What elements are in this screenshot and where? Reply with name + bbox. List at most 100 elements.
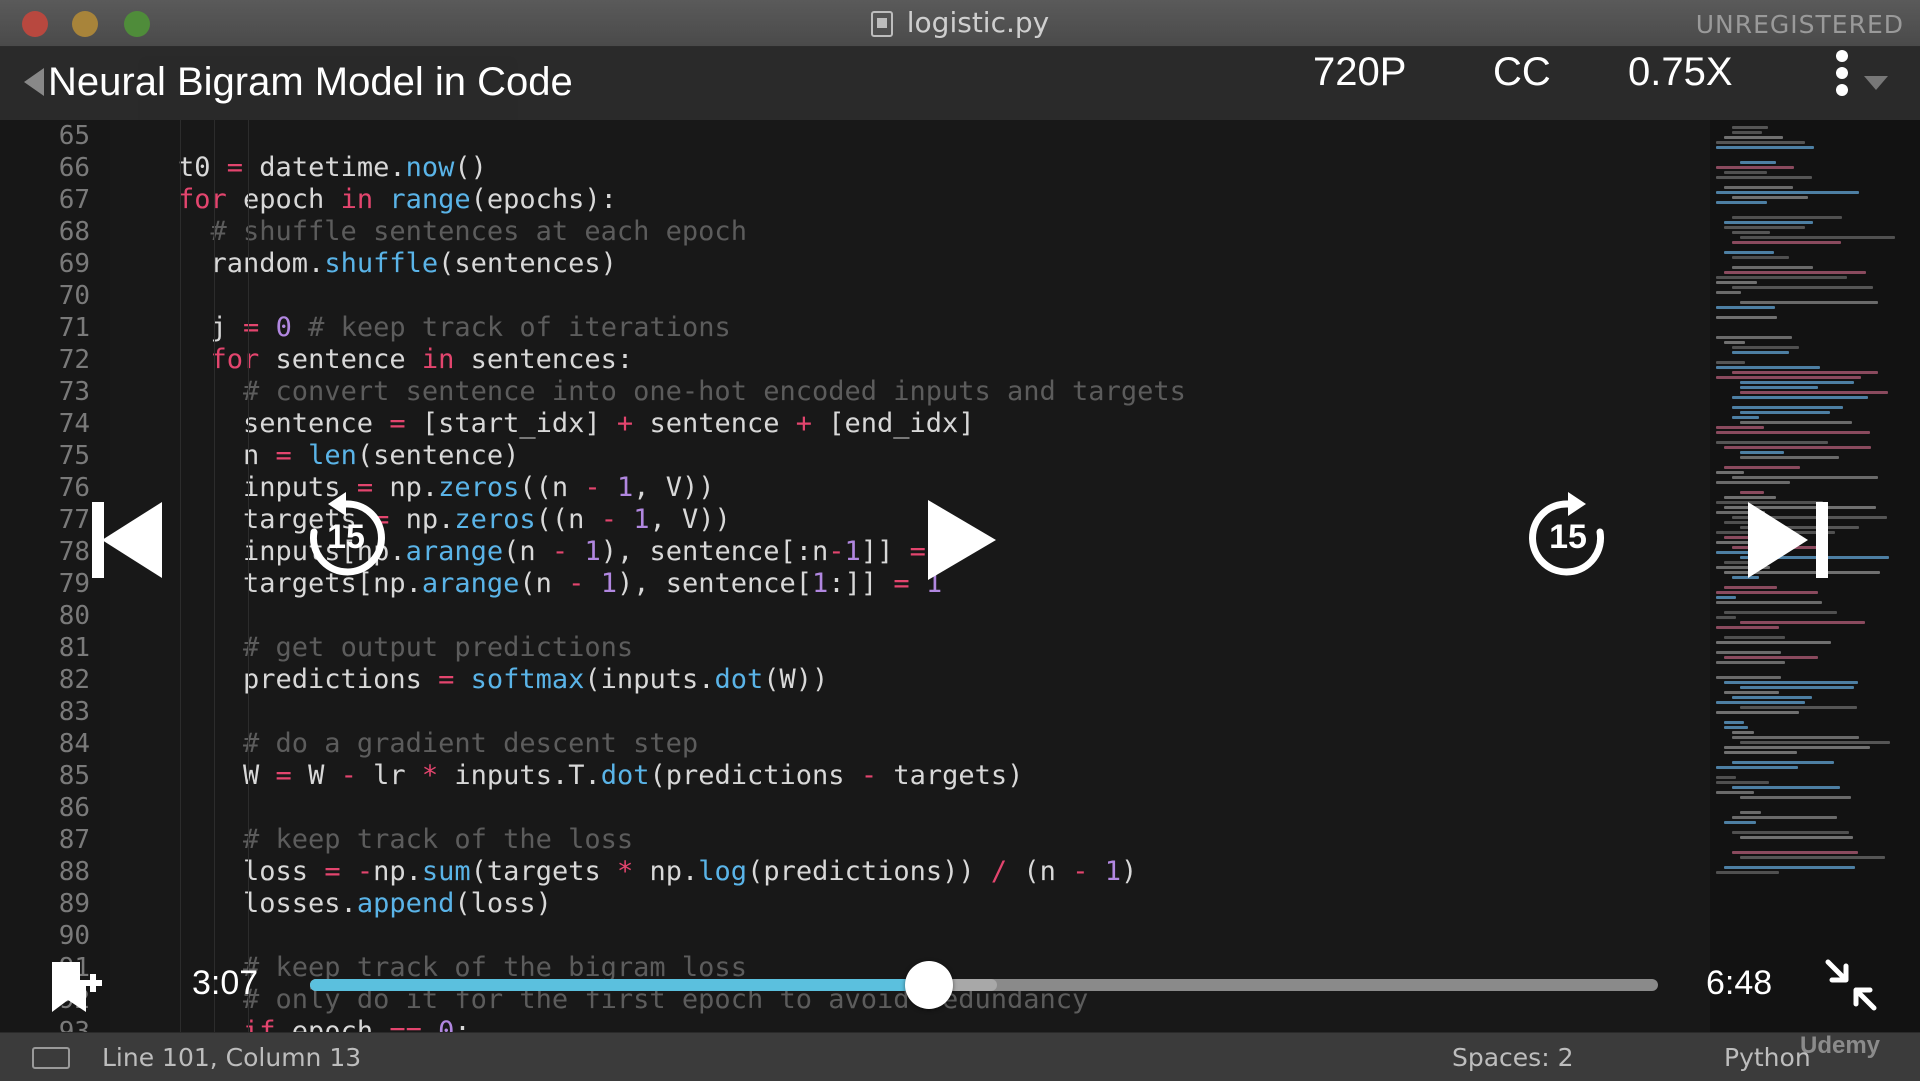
code-line[interactable]: 78 inputs[np.arange(n - 1), sentence[:n-… [0, 536, 1700, 568]
minimap-line [1724, 221, 1813, 224]
minimap-line [1732, 396, 1868, 399]
minimap-line [1724, 751, 1797, 754]
code-line[interactable]: 83 [0, 696, 1700, 728]
minimap-line [1732, 731, 1754, 734]
code-line[interactable]: 80 [0, 600, 1700, 632]
previous-lecture-button[interactable] [92, 502, 172, 578]
code-line[interactable]: 68 # shuffle sentences at each epoch [0, 216, 1700, 248]
code-text: # do a gradient descent step [243, 728, 699, 759]
minimap-line [1740, 741, 1890, 744]
minimap-line [1724, 821, 1756, 824]
line-number: 71 [58, 313, 90, 343]
minimap-line [1716, 316, 1777, 319]
back-arrow-icon[interactable] [24, 68, 44, 96]
minimap-line [1716, 596, 1736, 599]
exit-fullscreen-icon[interactable] [1824, 958, 1878, 1012]
next-lecture-button[interactable] [1748, 502, 1828, 578]
code-line[interactable]: 82 predictions = softmax(inputs.dot(W)) [0, 664, 1700, 696]
minimap-line [1716, 776, 1736, 779]
seek-handle[interactable] [904, 961, 953, 1009]
minimap-line [1724, 226, 1805, 229]
minimap-line [1732, 816, 1837, 819]
minimap-line [1716, 191, 1859, 194]
window-title: logistic.py [0, 6, 1920, 39]
line-number: 73 [58, 377, 90, 407]
minimap-line [1716, 366, 1820, 369]
code-text: for epoch in range(epochs): [178, 184, 617, 215]
indent-guide [180, 120, 181, 1032]
minimap-line [1724, 171, 1767, 174]
minimap-line [1732, 216, 1842, 219]
quality-button[interactable]: 720P [1313, 50, 1406, 95]
minimap-line [1724, 466, 1800, 469]
code-line[interactable]: 71 j = 0 # keep track of iterations [0, 312, 1700, 344]
code-line[interactable]: 87 # keep track of the loss [0, 824, 1700, 856]
minimap-line [1732, 126, 1768, 129]
minimap-line [1716, 871, 1779, 874]
line-number: 74 [58, 409, 90, 439]
window-titlebar: logistic.py UNREGISTERED [0, 0, 1920, 47]
minimap-line [1740, 421, 1852, 424]
code-text: n = len(sentence) [178, 440, 520, 471]
minimap-line [1732, 351, 1789, 354]
add-bookmark-icon[interactable] [50, 960, 104, 1014]
code-line[interactable]: 86 [0, 792, 1700, 824]
code-line[interactable]: 69 random.shuffle(sentences) [0, 248, 1700, 280]
more-options-icon[interactable] [1836, 50, 1850, 98]
code-line[interactable]: 65 [0, 120, 1700, 152]
minimap-line [1724, 586, 1777, 589]
minimap-line [1732, 346, 1799, 349]
rewind-15-button[interactable]: 15 [300, 492, 392, 584]
speed-button[interactable]: 0.75X [1628, 50, 1733, 95]
code-line[interactable]: 89 losses.append(loss) [0, 888, 1700, 920]
minimap-line [1740, 456, 1839, 459]
panel-toggle-icon[interactable] [32, 1047, 70, 1069]
minimap-line [1724, 681, 1858, 684]
minimap-line [1732, 831, 1849, 834]
code-line[interactable]: 66 t0 = datetime.now() [0, 152, 1700, 184]
minimap-line [1716, 146, 1814, 149]
minimap-line [1732, 256, 1789, 259]
minimap-line [1732, 696, 1812, 699]
minimap-line [1716, 481, 1790, 484]
syntax-language[interactable]: Python [1724, 1043, 1811, 1072]
play-button[interactable] [928, 500, 996, 580]
captions-button[interactable]: CC [1493, 50, 1551, 95]
code-line[interactable]: 75 n = len(sentence) [0, 440, 1700, 472]
forward-15-button[interactable]: 15 [1522, 492, 1614, 584]
code-text: t0 = datetime.now() [178, 152, 487, 183]
minimap-line [1724, 251, 1774, 254]
forward-seconds: 15 [1549, 518, 1587, 556]
code-line[interactable]: 85 W = W - lr * inputs.T.dot(predictions… [0, 760, 1700, 792]
code-line[interactable]: 67 for epoch in range(epochs): [0, 184, 1700, 216]
minimap-line [1716, 781, 1769, 784]
video-title: Neural Bigram Model in Code [48, 60, 573, 104]
indentation-setting[interactable]: Spaces: 2 [1452, 1043, 1573, 1072]
code-line[interactable]: 81 # get output predictions [0, 632, 1700, 664]
code-line[interactable]: 84 # do a gradient descent step [0, 728, 1700, 760]
code-line[interactable]: 90 [0, 920, 1700, 952]
code-line[interactable]: 88 loss = -np.sum(targets * np.log(predi… [0, 856, 1700, 888]
code-text: sentence = [start_idx] + sentence + [end… [178, 408, 975, 439]
code-line[interactable]: 77 targets = np.zeros((n - 1, V)) [0, 504, 1700, 536]
code-line[interactable]: 72 for sentence in sentences: [0, 344, 1700, 376]
minimap-line [1740, 386, 1818, 389]
line-number: 66 [58, 153, 90, 183]
code-line[interactable]: 76 inputs = np.zeros((n - 1, V)) [0, 472, 1700, 504]
minimap-line [1716, 591, 1818, 594]
code-line[interactable]: 73 # convert sentence into one-hot encod… [0, 376, 1700, 408]
code-line[interactable]: 79 targets[np.arange(n - 1), sentence[1:… [0, 568, 1700, 600]
minimap-line [1716, 441, 1828, 444]
minimap-line [1716, 426, 1764, 429]
minimap-line [1716, 601, 1822, 604]
minimap-line [1716, 281, 1757, 284]
minimap-line [1732, 786, 1840, 789]
minimap-line [1716, 291, 1741, 294]
minimap-line [1716, 616, 1736, 619]
license-status: UNREGISTERED [1695, 10, 1904, 39]
code-line[interactable]: 74 sentence = [start_idx] + sentence + [… [0, 408, 1700, 440]
code-line[interactable]: 70 [0, 280, 1700, 312]
seek-progress [310, 979, 929, 991]
seek-bar[interactable] [310, 961, 1658, 1009]
code-text: loss = -np.sum(targets * np.log(predicti… [178, 856, 1138, 887]
